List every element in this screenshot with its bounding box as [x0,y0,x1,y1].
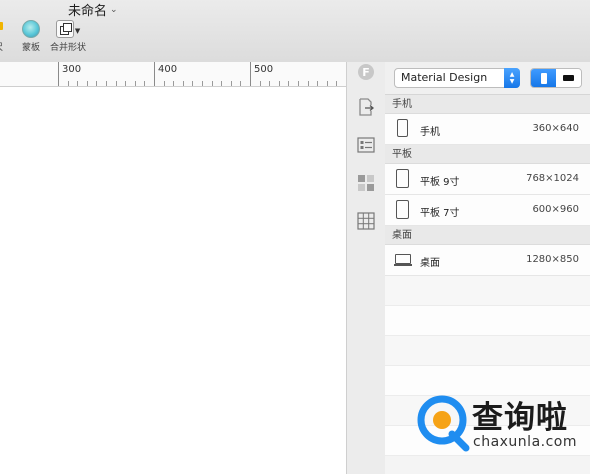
ruler-tick [260,81,261,86]
watermark-logo-icon [417,395,470,452]
ruler-tick [308,81,309,86]
landscape-button[interactable] [556,69,581,87]
device-size: 768×1024 [526,173,579,184]
combine-shapes-icon [55,20,74,38]
ruler-tick [279,81,280,86]
device-name: 手机 [420,127,440,138]
grid-icon[interactable] [357,212,375,230]
portrait-icon [540,72,547,84]
plugin-logo-icon[interactable]: F [358,64,374,80]
device-size: 1280×850 [526,254,579,265]
ruler-number: 400 [158,64,178,75]
section-header-phone: 手机 [385,95,590,114]
ruler-tick [87,81,88,86]
ruler-tick [68,81,69,86]
ruler-number: 500 [254,64,274,75]
ruler-tick [221,81,222,86]
watermark: 查询啦 chaxunla.com [414,388,584,468]
ruler-tick [202,81,203,86]
ruler-tick [317,81,318,86]
mask-icon [22,20,40,38]
watermark-brand: 查询啦 [472,400,568,436]
properties-list-icon[interactable] [357,136,375,154]
ruler-tick [327,81,328,86]
ruler-tick [106,81,107,86]
ruler-tick [240,81,241,86]
ruler-tick [183,81,184,86]
ruler-tick [154,62,155,86]
ruler-tick [231,81,232,86]
ruler-tick [250,62,251,86]
device-size: 360×640 [532,123,579,134]
document-title: 未命名 [68,4,108,19]
document-title-menu[interactable]: 未命名 ⌄ [68,0,118,19]
device-size: 600×960 [532,204,579,215]
export-icon[interactable] [357,98,375,116]
section-header-desktop: 桌面 [385,226,590,245]
ruler-icon [0,22,3,30]
ruler-tick [135,81,136,86]
device-name: 桌面 [420,258,440,269]
portrait-button[interactable] [531,69,556,87]
mask-button[interactable]: 蒙板 [22,20,40,53]
device-name: 平板 7寸 [420,208,460,219]
plugin-icon-strip: F [346,62,386,474]
device-row-tablet-7[interactable]: 平板 7寸 600×960 [385,195,590,226]
device-row-phone[interactable]: 手机 360×640 [385,114,590,145]
ruler-tick [192,81,193,86]
laptop-icon [394,254,412,266]
horizontal-ruler: 300 400 500 [0,62,346,87]
combine-shapes-label: 合并形状 [50,43,87,53]
ruler-button[interactable]: 尺 [0,20,3,53]
mask-label: 蒙板 [22,43,41,53]
phone-icon [397,119,408,137]
section-header-tablet: 平板 [385,145,590,164]
empty-row [385,306,590,336]
device-name: 平板 9寸 [420,177,460,188]
watermark-url: chaxunla.com [473,434,577,450]
device-row-tablet-9[interactable]: 平板 9寸 768×1024 [385,164,590,195]
orientation-toggle [530,68,582,88]
dropdown-arrow-icon: ▼ [74,27,81,35]
ruler-tick [77,81,78,86]
ruler-tick [173,81,174,86]
toolbar: 未命名 ⌄ 尺 蒙板 ▼ 合并形状 [0,0,590,63]
ruler-label: 尺 [0,40,3,53]
empty-row [385,276,590,306]
tablet-icon [396,200,409,219]
device-row-desktop[interactable]: 桌面 1280×850 [385,245,590,276]
landscape-icon [563,75,574,81]
panel-header: Material Design ▲ ▼ [385,62,590,95]
ruler-tick [164,81,165,86]
ruler-tick [336,81,337,86]
ruler-tick [298,81,299,86]
components-icon[interactable] [357,174,375,192]
ruler-tick [288,81,289,86]
ruler-tick [96,81,97,86]
empty-row [385,336,590,366]
select-arrows-icon: ▲ ▼ [504,68,520,88]
ruler-tick [125,81,126,86]
ruler-tick [116,81,117,86]
combine-shapes-button[interactable]: ▼ 合并形状 [50,20,86,53]
design-canvas[interactable] [0,87,346,474]
tablet-icon [396,169,409,188]
chevron-down-icon: ⌄ [110,4,118,15]
ruler-tick [269,81,270,86]
preset-select-value: Material Design [401,71,488,84]
ruler-number: 300 [62,64,82,75]
preset-select[interactable]: Material Design ▲ ▼ [394,68,520,88]
ruler-tick [212,81,213,86]
ruler-tick [144,81,145,86]
ruler-tick [58,62,59,86]
